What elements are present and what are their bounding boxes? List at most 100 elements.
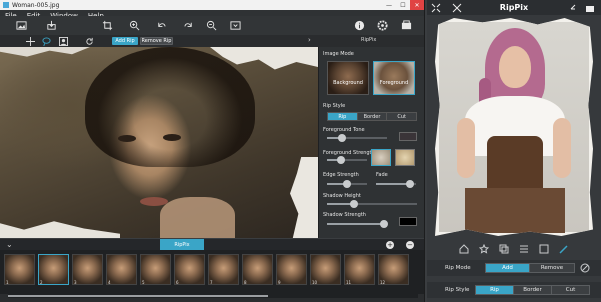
filmstrip-thumbnail[interactable]: 6 xyxy=(174,254,205,285)
rip-style-label: Rip Style xyxy=(323,103,346,109)
filmstrip-thumbnail[interactable]: 8 xyxy=(242,254,273,285)
collapse-icon[interactable] xyxy=(430,2,441,13)
image-canvas[interactable] xyxy=(0,47,318,238)
settings-gear-icon[interactable] xyxy=(375,19,389,32)
texture-swatch-paper[interactable] xyxy=(395,149,415,166)
photo-eye-right xyxy=(163,134,181,141)
thumbnail-number: 6 xyxy=(176,280,179,285)
fit-screen-icon[interactable] xyxy=(228,19,242,32)
thumbnail-number: 3 xyxy=(74,280,77,285)
plugin-icon[interactable] xyxy=(584,2,595,13)
background-mode-thumb[interactable]: Background xyxy=(327,61,369,95)
filmstrip-thumbnail[interactable]: 1 xyxy=(4,254,35,285)
filmstrip-thumbnail[interactable]: 11 xyxy=(344,254,375,285)
frame-icon[interactable] xyxy=(538,243,550,255)
no-entry-icon[interactable] xyxy=(579,262,591,274)
rip-style-border[interactable]: Border xyxy=(357,113,388,120)
filmstrip-thumbnail[interactable]: 3 xyxy=(72,254,103,285)
rip-style-border[interactable]: Border xyxy=(514,286,552,294)
filmstrip-thumbnail[interactable]: 10 xyxy=(310,254,341,285)
image-mode-label: Image Mode xyxy=(323,51,354,57)
person-select-icon[interactable] xyxy=(58,36,69,46)
preview-arm-right xyxy=(553,118,571,178)
remove-image-icon[interactable]: − xyxy=(406,241,414,249)
slider-knob[interactable] xyxy=(337,156,345,164)
minimize-button[interactable]: — xyxy=(382,0,396,10)
rip-style-cut[interactable]: Cut xyxy=(387,113,417,120)
list-icon[interactable] xyxy=(518,243,530,255)
texture-swatch-grain[interactable] xyxy=(371,149,391,166)
thumbnail-image xyxy=(209,255,238,284)
info-icon[interactable] xyxy=(352,19,366,32)
filmstrip-thumbnail[interactable]: 4 xyxy=(106,254,137,285)
zoom-out-icon[interactable] xyxy=(204,19,218,32)
home-icon[interactable] xyxy=(458,243,470,255)
filmstrip-thumbnail[interactable]: 2 xyxy=(38,254,69,285)
shadow-strength-slider[interactable] xyxy=(327,220,388,228)
foreground-tone-slider[interactable] xyxy=(327,134,387,142)
expand-icon[interactable] xyxy=(451,2,462,13)
shadow-height-label: Shadow Height xyxy=(323,193,361,199)
shadow-height-slider[interactable] xyxy=(327,200,417,208)
tool-options-bar: Add Rip Remove Rip › RipPix xyxy=(0,35,424,47)
chevron-down-icon[interactable]: ⌄ xyxy=(6,240,13,249)
editor-window: Woman-005.jpg — ☐ ✕ File Edit Window Hel… xyxy=(0,0,425,302)
star-icon[interactable] xyxy=(478,243,490,255)
close-button[interactable]: ✕ xyxy=(410,0,424,10)
slider-knob[interactable] xyxy=(338,134,346,142)
shadow-color-swatch[interactable] xyxy=(399,217,417,226)
rippix-preview[interactable] xyxy=(435,18,593,236)
filmstrip-tab[interactable]: RipPix xyxy=(160,239,204,250)
filmstrip-thumbnail[interactable]: 7 xyxy=(208,254,239,285)
redo-icon[interactable] xyxy=(181,19,195,32)
save-icon[interactable] xyxy=(44,19,58,32)
back-arrow-icon[interactable] xyxy=(567,2,578,13)
thumbnail-number: 12 xyxy=(380,280,386,285)
move-icon[interactable] xyxy=(25,36,36,46)
filmstrip-thumbnail[interactable]: 12 xyxy=(378,254,409,285)
foreground-mode-thumb[interactable]: Foreground xyxy=(373,61,415,95)
add-rip-button[interactable]: Add Rip xyxy=(112,37,138,45)
crop-icon[interactable] xyxy=(100,19,114,32)
slider-knob[interactable] xyxy=(380,220,388,228)
title-bar: Woman-005.jpg — ☐ ✕ xyxy=(0,0,424,10)
thumbnail-number: 4 xyxy=(108,280,111,285)
layers-icon[interactable] xyxy=(498,243,510,255)
open-image-icon[interactable] xyxy=(14,19,28,32)
rip-style-rip[interactable]: Rip xyxy=(476,286,514,294)
remove-rip-button[interactable]: Remove Rip xyxy=(140,37,173,45)
undo-icon[interactable] xyxy=(154,19,168,32)
foreground-tone-swatch[interactable] xyxy=(399,132,417,141)
thumbnail-image xyxy=(175,255,204,284)
slider-knob[interactable] xyxy=(350,200,358,208)
chevron-right-icon[interactable]: › xyxy=(308,36,311,44)
zoom-in-icon[interactable] xyxy=(127,19,141,32)
thumbnail-image xyxy=(107,255,136,284)
fade-slider[interactable] xyxy=(376,180,416,188)
thumbnail-image xyxy=(39,255,68,284)
lasso-icon[interactable] xyxy=(41,36,52,46)
filmstrip-thumbnail[interactable]: 5 xyxy=(140,254,171,285)
slider-knob[interactable] xyxy=(343,180,351,188)
filmstrip-thumbnail[interactable]: 9 xyxy=(276,254,307,285)
rip-style-rip[interactable]: Rip xyxy=(328,113,358,120)
maximize-button[interactable]: ☐ xyxy=(396,0,410,10)
rip-mode-label: Rip Mode xyxy=(445,265,471,271)
rip-mode-remove[interactable]: Remove xyxy=(530,264,574,272)
fade-label: Fade xyxy=(376,172,388,178)
plugin-icon[interactable] xyxy=(399,19,413,32)
filmstrip-scrollbar[interactable] xyxy=(8,294,418,298)
foreground-strength-slider[interactable] xyxy=(327,156,367,164)
refresh-icon[interactable] xyxy=(84,36,95,46)
magic-wand-icon[interactable] xyxy=(558,243,570,255)
add-image-icon[interactable]: + xyxy=(386,241,394,249)
app-icon xyxy=(3,2,9,8)
rip-style-cut[interactable]: Cut xyxy=(552,286,589,294)
scrollbar-thumb[interactable] xyxy=(8,295,268,297)
slider-knob[interactable] xyxy=(406,180,414,188)
rip-mode-add[interactable]: Add xyxy=(486,264,531,272)
edge-strength-slider[interactable] xyxy=(327,180,367,188)
photo-hand xyxy=(160,197,235,238)
thumbnail-image xyxy=(73,255,102,284)
thumbnail-number: 8 xyxy=(244,280,247,285)
